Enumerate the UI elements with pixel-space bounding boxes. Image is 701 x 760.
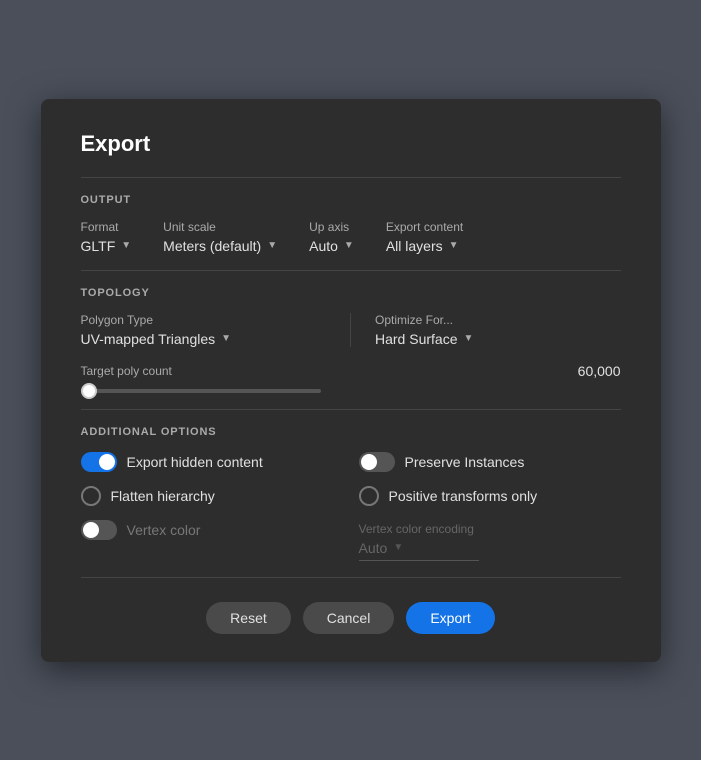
- positive-transforms-label: Positive transforms only: [389, 488, 538, 504]
- encoding-group: Vertex color encoding Auto ▼: [359, 520, 621, 561]
- encoding-value: Auto: [359, 540, 388, 556]
- title-divider: [81, 177, 621, 178]
- poly-count-label: Target poly count: [81, 364, 172, 378]
- vertex-color-label: Vertex color: [127, 522, 201, 538]
- topology-right: Optimize For... Hard Surface ▼: [375, 313, 621, 347]
- format-label: Format: [81, 220, 132, 234]
- flatten-hierarchy-radio[interactable]: [81, 486, 101, 506]
- polygon-type-label: Polygon Type: [81, 313, 327, 327]
- poly-count-container: Target poly count 60,000: [81, 363, 621, 393]
- encoding-arrow-icon: ▼: [393, 542, 403, 553]
- unit-scale-group: Unit scale Meters (default) ▼: [163, 220, 277, 254]
- topology-row: Polygon Type UV-mapped Triangles ▼ Optim…: [81, 313, 621, 347]
- preserve-instances-label: Preserve Instances: [405, 454, 525, 470]
- polygon-type-value: UV-mapped Triangles: [81, 331, 216, 347]
- options-col-right: Preserve Instances Positive transforms o…: [359, 452, 621, 561]
- preserve-instances-toggle[interactable]: [359, 452, 395, 472]
- vertex-color-row: Vertex color: [81, 520, 343, 540]
- export-hidden-toggle[interactable]: [81, 452, 117, 472]
- optimize-for-dropdown[interactable]: Hard Surface ▼: [375, 331, 621, 347]
- export-dialog: Export OUTPUT Format GLTF ▼ Unit scale M…: [41, 99, 661, 662]
- export-content-arrow-icon: ▼: [449, 240, 459, 251]
- vertex-color-knob: [83, 522, 99, 538]
- preserve-instances-row: Preserve Instances: [359, 452, 621, 472]
- unit-scale-arrow-icon: ▼: [267, 240, 277, 251]
- topology-section-label: TOPOLOGY: [81, 287, 621, 299]
- export-content-group: Export content All layers ▼: [386, 220, 463, 254]
- options-col-left: Export hidden content Flatten hierarchy …: [81, 452, 343, 561]
- optimize-for-label: Optimize For...: [375, 313, 621, 327]
- poly-count-slider[interactable]: [81, 389, 321, 393]
- footer-divider: [81, 577, 621, 578]
- format-dropdown[interactable]: GLTF ▼: [81, 238, 132, 254]
- format-value: GLTF: [81, 238, 116, 254]
- output-row: Format GLTF ▼ Unit scale Meters (default…: [81, 220, 621, 254]
- poly-count-row: Target poly count 60,000: [81, 363, 621, 379]
- encoding-dropdown[interactable]: Auto ▼: [359, 540, 479, 561]
- topology-divider: [81, 409, 621, 410]
- cancel-button[interactable]: Cancel: [303, 602, 395, 634]
- output-section-label: OUTPUT: [81, 194, 621, 206]
- polygon-type-arrow-icon: ▼: [221, 333, 231, 344]
- export-hidden-knob: [99, 454, 115, 470]
- up-axis-value: Auto: [309, 238, 338, 254]
- export-hidden-label: Export hidden content: [127, 454, 263, 470]
- up-axis-arrow-icon: ▼: [344, 240, 354, 251]
- export-button[interactable]: Export: [406, 602, 494, 634]
- export-content-label: Export content: [386, 220, 463, 234]
- options-grid: Export hidden content Flatten hierarchy …: [81, 452, 621, 561]
- footer: Reset Cancel Export: [81, 602, 621, 634]
- positive-transforms-row: Positive transforms only: [359, 486, 621, 506]
- topology-left: Polygon Type UV-mapped Triangles ▼: [81, 313, 352, 347]
- additional-options-label: ADDITIONAL OPTIONS: [81, 426, 621, 438]
- up-axis-dropdown[interactable]: Auto ▼: [309, 238, 354, 254]
- dialog-title: Export: [81, 131, 621, 157]
- slider-thumb[interactable]: [81, 383, 97, 399]
- export-content-dropdown[interactable]: All layers ▼: [386, 238, 463, 254]
- flatten-hierarchy-row: Flatten hierarchy: [81, 486, 343, 506]
- optimize-for-group: Optimize For... Hard Surface ▼: [375, 313, 621, 347]
- positive-transforms-radio[interactable]: [359, 486, 379, 506]
- export-hidden-row: Export hidden content: [81, 452, 343, 472]
- unit-scale-value: Meters (default): [163, 238, 261, 254]
- reset-button[interactable]: Reset: [206, 602, 291, 634]
- unit-scale-label: Unit scale: [163, 220, 277, 234]
- format-group: Format GLTF ▼: [81, 220, 132, 254]
- up-axis-group: Up axis Auto ▼: [309, 220, 354, 254]
- optimize-for-value: Hard Surface: [375, 331, 457, 347]
- export-content-value: All layers: [386, 238, 443, 254]
- vertex-color-toggle[interactable]: [81, 520, 117, 540]
- flatten-hierarchy-label: Flatten hierarchy: [111, 488, 215, 504]
- encoding-label: Vertex color encoding: [359, 522, 621, 536]
- unit-scale-dropdown[interactable]: Meters (default) ▼: [163, 238, 277, 254]
- poly-count-value: 60,000: [578, 363, 621, 379]
- format-arrow-icon: ▼: [121, 240, 131, 251]
- optimize-for-arrow-icon: ▼: [463, 333, 473, 344]
- up-axis-label: Up axis: [309, 220, 354, 234]
- polygon-type-group: Polygon Type UV-mapped Triangles ▼: [81, 313, 327, 347]
- preserve-instances-knob: [361, 454, 377, 470]
- polygon-type-dropdown[interactable]: UV-mapped Triangles ▼: [81, 331, 327, 347]
- output-divider: [81, 270, 621, 271]
